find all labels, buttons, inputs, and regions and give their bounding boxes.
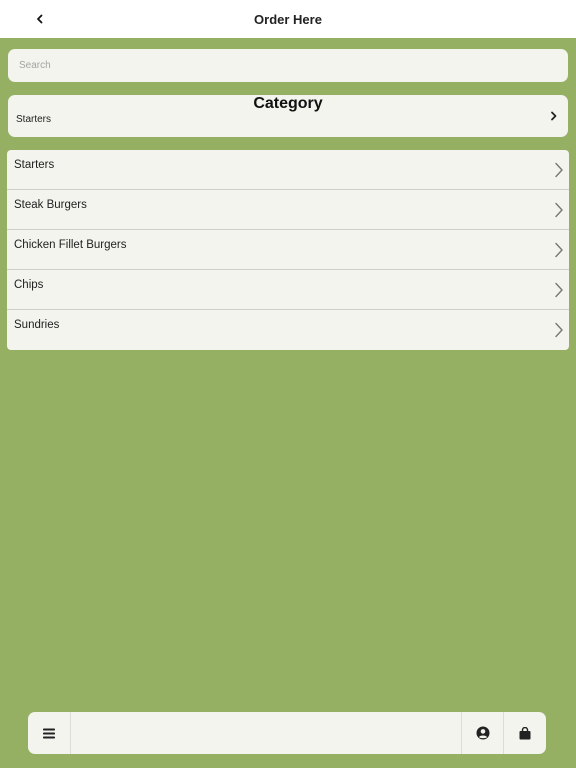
chevron-right-icon (555, 242, 563, 258)
chevron-right-icon (555, 322, 563, 338)
hamburger-menu-icon (43, 728, 55, 738)
chevron-right-icon (551, 111, 557, 121)
list-item-sundries[interactable]: Sundries (7, 310, 569, 350)
list-item-label: Starters (14, 159, 55, 171)
menu-button[interactable] (28, 712, 70, 754)
list-item-chicken-fillet-burgers[interactable]: Chicken Fillet Burgers (7, 230, 569, 270)
list-item-starters[interactable]: Starters (7, 150, 569, 190)
chevron-right-icon (555, 282, 563, 298)
search-input[interactable] (8, 49, 568, 82)
list-item-label: Steak Burgers (14, 199, 87, 211)
list-item-steak-burgers[interactable]: Steak Burgers (7, 190, 569, 230)
top-bar: Order Here (0, 0, 576, 38)
list-item-label: Sundries (14, 319, 60, 331)
page-title: Order Here (254, 11, 322, 27)
bottom-toolbar (28, 712, 546, 754)
category-title: Category (253, 95, 323, 112)
chevron-right-icon (555, 162, 563, 178)
menu-category-list: Starters Steak Burgers Chicken Fillet Bu… (7, 150, 569, 350)
list-item-chips[interactable]: Chips (7, 270, 569, 310)
account-button[interactable] (462, 712, 504, 754)
list-item-label: Chips (14, 279, 44, 291)
back-button[interactable] (28, 7, 52, 31)
chevron-left-icon (37, 14, 43, 24)
user-circle-icon (476, 726, 489, 740)
toolbar-spacer (70, 712, 462, 754)
category-selector[interactable]: Category Starters (8, 95, 568, 137)
category-selected-value: Starters (16, 114, 52, 125)
cart-button[interactable] (504, 712, 546, 754)
list-item-label: Chicken Fillet Burgers (14, 239, 127, 251)
chevron-right-icon (555, 202, 563, 218)
shopping-bag-icon (519, 726, 531, 739)
